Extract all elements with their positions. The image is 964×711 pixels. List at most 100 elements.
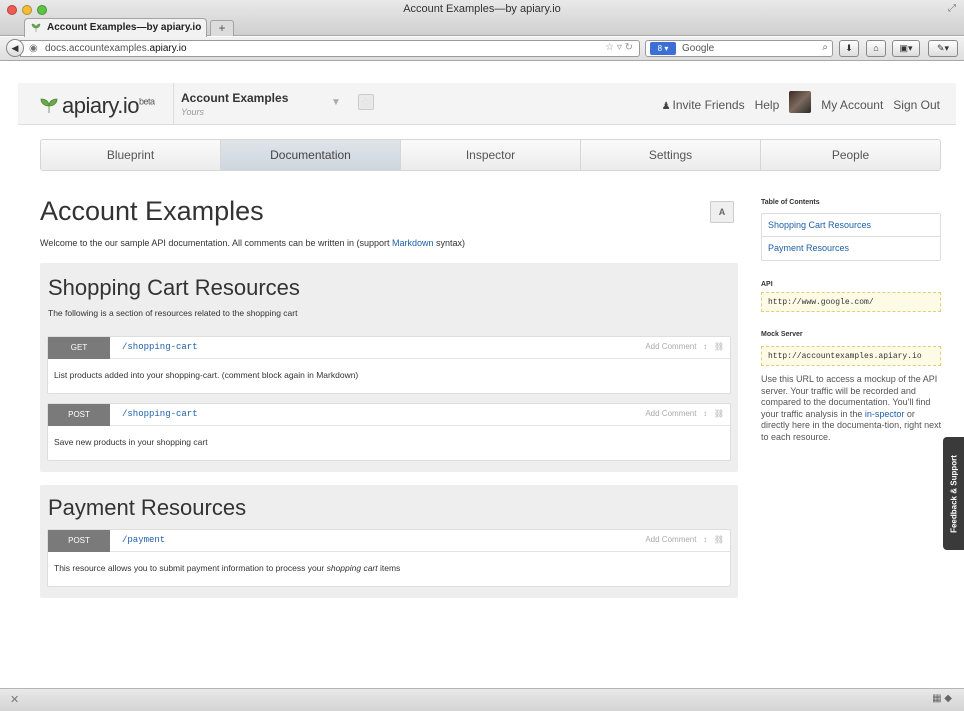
add-comment-link[interactable]: Add Comment	[645, 409, 696, 418]
navigation-bar: ◉ docs.accountexamples.apiary.io ☆ ▿ ↻ ◀…	[0, 37, 964, 61]
tab-blueprint[interactable]: Blueprint	[41, 140, 221, 170]
section-shopping-cart: Shopping Cart Resources The following is…	[40, 263, 738, 472]
help-link[interactable]: Help	[755, 98, 780, 112]
window-title: Account Examples—by apiary.io	[403, 3, 561, 15]
method-badge: POST	[48, 404, 110, 426]
mock-server-note: Use this URL to access a mockup of the A…	[761, 374, 943, 443]
logo-text: apiary.io	[62, 93, 140, 118]
doc-description: Welcome to the our sample API documentat…	[40, 238, 465, 248]
tab-settings[interactable]: Settings	[581, 140, 761, 170]
url-bar[interactable]: ◉ docs.accountexamples.apiary.io ☆ ▿ ↻	[20, 40, 640, 57]
main-tabs: Blueprint Documentation Inspector Settin…	[40, 139, 941, 171]
markdown-link[interactable]: Markdown	[392, 238, 434, 248]
resource-get-shopping-cart[interactable]: GET /shopping-cart Add Comment ↕ ⛓ List …	[47, 336, 731, 394]
resource-header[interactable]: POST /payment Add Comment ↕ ⛓	[48, 530, 730, 552]
resource-path[interactable]: /payment	[122, 535, 165, 545]
inspector-link[interactable]: in-spector	[865, 409, 905, 419]
new-tab-button[interactable]: +	[210, 20, 234, 36]
body-suffix: items	[377, 563, 401, 573]
permalink-icon[interactable]: ⛓	[714, 535, 724, 544]
section-description: The following is a section of resources …	[48, 308, 298, 318]
sort-icon[interactable]: ↕	[699, 535, 712, 544]
add-project-button[interactable]: +	[358, 94, 374, 110]
section-title: Shopping Cart Resources	[48, 275, 300, 300]
resource-description: List products added into your shopping-c…	[54, 370, 359, 380]
feedback-label: Feedback & Support	[949, 454, 958, 533]
project-dropdown-icon[interactable]: ▼	[331, 97, 341, 108]
addon-icons[interactable]: ▦ ◆	[932, 693, 952, 704]
sign-out-link[interactable]: Sign Out	[893, 98, 940, 112]
add-comment-link[interactable]: Add Comment	[645, 342, 696, 351]
mock-server-label: Mock Server	[761, 331, 803, 338]
toc-label: Table of Contents	[761, 199, 820, 206]
resource-actions: Add Comment ↕ ⛓	[645, 535, 724, 544]
screen-icon[interactable]: ▣▾	[892, 40, 920, 57]
method-badge: POST	[48, 530, 110, 552]
bookmark-star-icon[interactable]: ☆ ▿ ↻	[605, 42, 633, 53]
header-divider	[173, 83, 174, 125]
browser-tab[interactable]: Account Examples—by apiary.io	[24, 18, 207, 37]
body-prefix: This resource allows you to submit payme…	[54, 563, 327, 573]
body-emphasis: shopping cart	[326, 563, 378, 573]
title-bar: Account Examples—by apiary.io ⤢ Account …	[0, 0, 964, 37]
tab-people[interactable]: People	[761, 140, 940, 170]
resource-post-shopping-cart[interactable]: POST /shopping-cart Add Comment ↕ ⛓ Save…	[47, 403, 731, 461]
url-domain: apiary.io	[149, 43, 187, 54]
avatar[interactable]	[789, 91, 812, 113]
add-comment-link[interactable]: Add Comment	[645, 535, 696, 544]
resource-actions: Add Comment ↕ ⛓	[645, 342, 724, 351]
fullscreen-icon[interactable]: ⤢	[948, 3, 956, 14]
resource-path[interactable]: /shopping-cart	[122, 342, 198, 352]
browser-window: Account Examples—by apiary.io ⤢ Account …	[0, 0, 964, 711]
search-icon[interactable]: ⌕	[822, 42, 828, 53]
close-addon-bar-icon[interactable]: ✕	[10, 693, 19, 706]
my-account-link[interactable]: My Account	[821, 98, 883, 112]
header-user-menu: ♟ Invite Friends Help My Account Sign Out	[662, 91, 940, 113]
resource-header[interactable]: GET /shopping-cart Add Comment ↕ ⛓	[48, 337, 730, 359]
user-icon: ♟	[661, 100, 671, 112]
feedback-support-button[interactable]: Feedback & Support	[943, 437, 964, 550]
permalink-icon[interactable]: ⛓	[714, 342, 724, 351]
search-bar[interactable]: 8 ▾ Google ⌕	[645, 40, 833, 57]
apiary-favicon-icon	[31, 23, 41, 32]
app-header: apiary.iobeta Account Examples Yours ▼ +…	[18, 83, 956, 125]
globe-icon: ◉	[29, 43, 38, 54]
resource-actions: Add Comment ↕ ⛓	[645, 409, 724, 418]
extensions-icon[interactable]: ✎▾	[928, 40, 958, 57]
apiary-leaf-icon	[40, 98, 58, 113]
google-icon[interactable]: 8 ▾	[650, 42, 676, 55]
status-bar: ✕ ▦ ◆	[0, 688, 964, 711]
resource-post-payment[interactable]: POST /payment Add Comment ↕ ⛓ This resou…	[47, 529, 731, 587]
toc-item-payment[interactable]: Payment Resources	[762, 237, 940, 260]
tab-inspector[interactable]: Inspector	[401, 140, 581, 170]
search-placeholder: Google	[682, 43, 715, 54]
download-icon[interactable]: ⬇	[839, 40, 859, 57]
invite-friends-label: Invite Friends	[672, 97, 745, 112]
permalink-icon[interactable]: ⛓	[714, 409, 724, 418]
resource-description: Save new products in your shopping cart	[54, 437, 208, 447]
apiary-logo[interactable]: apiary.iobeta	[40, 93, 155, 119]
doc-desc-prefix: Welcome to the our sample API documentat…	[40, 238, 393, 248]
resource-description: This resource allows you to submit payme…	[48, 552, 730, 586]
sort-icon[interactable]: ↕	[699, 342, 712, 351]
mock-server-url[interactable]: http://accountexamples.apiary.io	[761, 346, 941, 366]
api-label: API	[761, 281, 773, 288]
back-button[interactable]: ◀	[6, 39, 24, 57]
method-badge: GET	[48, 337, 110, 359]
page-title: Account Examples	[40, 196, 264, 226]
home-icon[interactable]: ⌂	[866, 40, 886, 57]
doc-desc-suffix: syntax)	[433, 238, 466, 248]
resource-path[interactable]: /shopping-cart	[122, 409, 198, 419]
resource-header[interactable]: POST /shopping-cart Add Comment ↕ ⛓	[48, 404, 730, 426]
tab-documentation[interactable]: Documentation	[221, 140, 401, 170]
author-badge[interactable]: A	[710, 201, 734, 223]
sort-icon[interactable]: ↕	[699, 409, 712, 418]
toc-item-shopping-cart[interactable]: Shopping Cart Resources	[762, 214, 940, 237]
invite-friends-link[interactable]: ♟ Invite Friends	[662, 98, 745, 112]
logo-beta: beta	[139, 96, 155, 107]
table-of-contents: Shopping Cart Resources Payment Resource…	[761, 213, 941, 261]
section-title: Payment Resources	[48, 495, 247, 520]
project-name[interactable]: Account Examples	[181, 91, 288, 105]
api-url[interactable]: http://www.google.com/	[761, 292, 941, 312]
project-owner: Yours	[181, 107, 205, 117]
